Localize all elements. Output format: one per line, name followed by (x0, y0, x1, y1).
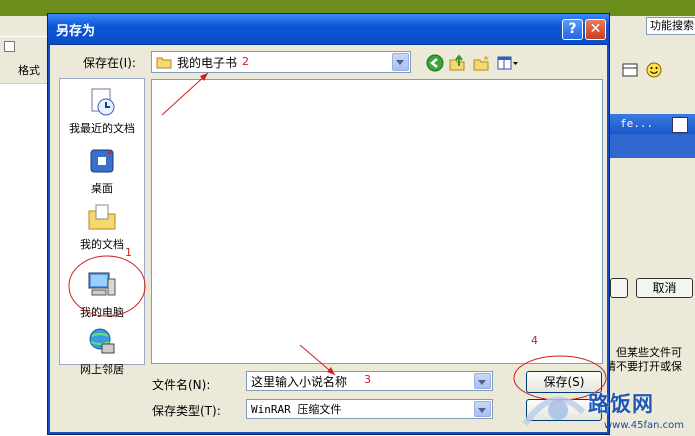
chevron-down-icon[interactable] (474, 373, 491, 389)
chevron-down-icon[interactable] (392, 53, 409, 71)
file-type-dropdown[interactable]: WinRAR 压缩文件 (246, 399, 493, 419)
file-name-label: 文件名(N): (152, 378, 211, 392)
format-menu-label[interactable]: 格式 (18, 62, 40, 78)
place-label: 我的电脑 (80, 306, 124, 319)
place-network[interactable]: 网上邻居 (60, 326, 144, 377)
annotation-3: 3 (364, 373, 371, 386)
place-my-documents[interactable]: 我的文档 (60, 201, 144, 252)
dialog-title: 另存为 (56, 24, 96, 39)
new-folder-icon[interactable] (472, 54, 490, 72)
chevron-down-icon[interactable] (474, 401, 491, 417)
watermark-url: www.45fan.com (604, 420, 685, 431)
background-minimize-button[interactable] (672, 117, 688, 133)
annotation-2: 2 (242, 55, 249, 68)
close-button[interactable]: ✕ (585, 19, 606, 40)
save-in-dropdown[interactable]: 我的电子书 (151, 51, 411, 73)
watermark-logo (522, 396, 586, 426)
places-bar: 我最近的文档 桌面 我的文档 我的电脑 网上邻居 (59, 78, 145, 376)
smiley-icon[interactable] (646, 62, 662, 78)
help-button[interactable]: ? (562, 19, 583, 40)
annotation-1: 1 (125, 246, 132, 259)
background-left-pane (0, 36, 48, 436)
save-in-value: 我的电子书 (177, 56, 238, 70)
up-folder-icon[interactable] (448, 54, 466, 72)
background-right-pane (605, 36, 695, 436)
my-computer-icon (88, 272, 116, 296)
file-list[interactable] (151, 79, 603, 364)
background-checkbox[interactable] (4, 41, 15, 52)
place-desktop[interactable]: 桌面 (60, 145, 144, 196)
background-note: ，但某些文件可 请不要打开或保 (605, 346, 682, 373)
save-in-label: 保存在(I): (83, 56, 136, 70)
place-label: 网上邻居 (80, 363, 124, 376)
function-search-box[interactable]: 功能搜索 (646, 17, 695, 35)
dialog-titlebar[interactable]: 另存为 ? ✕ (48, 14, 609, 45)
cancel-button[interactable]: 取消 (636, 278, 693, 298)
network-places-icon (89, 328, 115, 354)
annotation-4: 4 (531, 334, 538, 347)
file-type-label: 保存类型(T): (152, 404, 221, 418)
place-my-computer[interactable]: 我的电脑 (60, 269, 144, 320)
table-icon[interactable] (622, 62, 638, 78)
folder-icon (156, 57, 172, 69)
background-button[interactable] (610, 278, 628, 298)
place-label: 我最近的文档 (69, 122, 135, 135)
recent-documents-icon (91, 88, 115, 116)
background-window-body (608, 134, 695, 158)
place-label: 桌面 (91, 182, 113, 195)
desktop-icon (90, 149, 114, 173)
view-menu-icon[interactable] (496, 54, 520, 72)
file-name-value: 这里输入小说名称 (251, 375, 348, 389)
file-type-value: WinRAR 压缩文件 (251, 403, 342, 416)
save-as-dialog: 另存为 ? ✕ 保存在(I): 我的电子书 我最近的文档 桌面 我的文档 我的电… (47, 13, 610, 435)
place-recent-documents[interactable]: 我最近的文档 (60, 85, 144, 136)
watermark-text: 路饭网 (588, 392, 654, 416)
my-documents-icon (88, 204, 116, 230)
back-icon[interactable] (426, 54, 444, 72)
